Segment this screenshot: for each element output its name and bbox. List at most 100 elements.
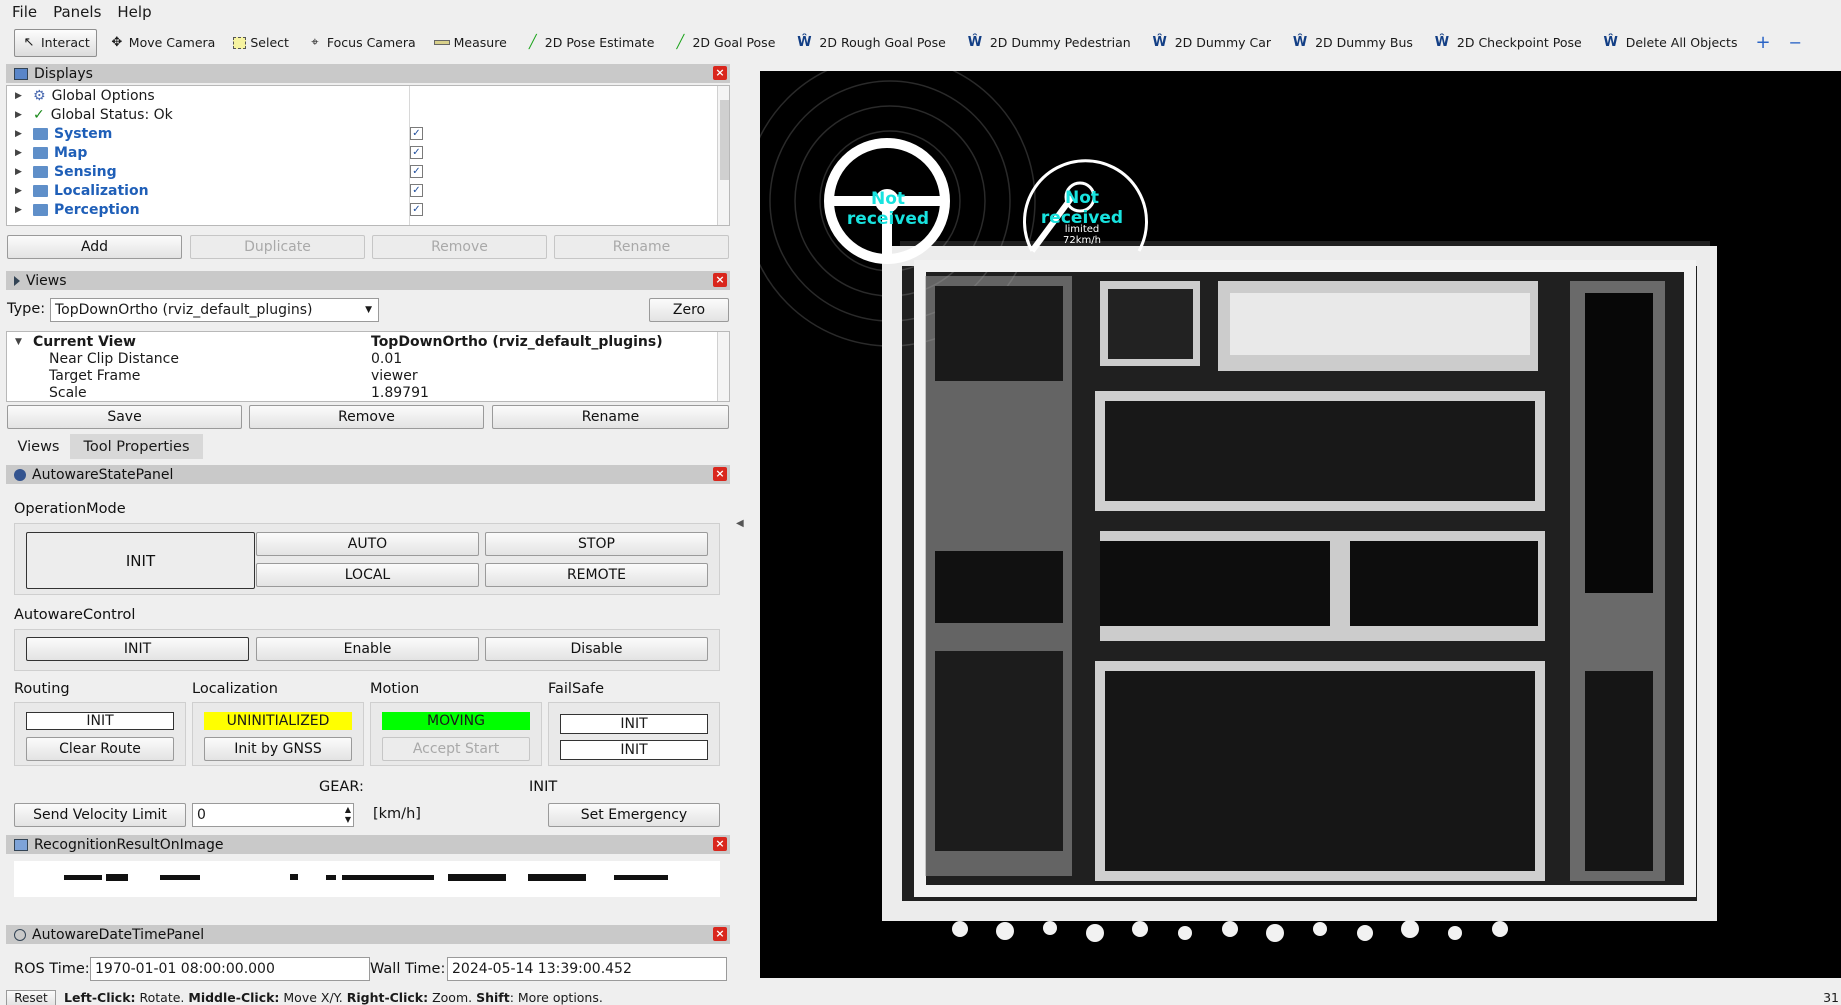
close-icon[interactable]: × xyxy=(713,467,727,481)
tool-measure[interactable]: Measure xyxy=(428,29,513,57)
remove-display-button[interactable]: Remove xyxy=(372,235,547,259)
current-view-label: Current View xyxy=(33,333,136,350)
display-label: Perception xyxy=(54,201,140,218)
expand-arrow-icon[interactable]: ▶ xyxy=(15,110,27,120)
expand-arrow-icon[interactable]: ▶ xyxy=(15,186,27,196)
display-item-perception[interactable]: ▶ Perception ✓ xyxy=(7,200,729,219)
tool-delete-all-objects[interactable]: Ŵ Delete All Objects xyxy=(1594,29,1744,57)
display-item-map[interactable]: ▶ Map ✓ xyxy=(7,143,729,162)
remove-tool-button[interactable]: − xyxy=(1783,29,1808,57)
tab-tool-properties[interactable]: Tool Properties xyxy=(70,434,203,459)
close-icon[interactable]: × xyxy=(713,66,727,80)
display-item-localization[interactable]: ▶ Localization ✓ xyxy=(7,181,729,200)
close-icon[interactable]: × xyxy=(713,927,727,941)
panel-title: AutowareDateTimePanel xyxy=(32,926,205,943)
expand-arrow-icon[interactable]: ▶ xyxy=(15,205,27,215)
tool-interact[interactable]: ↖ Interact xyxy=(14,28,97,57)
tool-select[interactable]: Select xyxy=(227,29,295,57)
wall-time-label: Wall Time: xyxy=(370,961,446,977)
displays-tree[interactable]: ▶ ⚙ Global Options ▶ ✓ Global Status: Ok ▶ Sy… xyxy=(6,85,730,226)
display-item-system[interactable]: ▶ System ✓ xyxy=(7,124,729,143)
expand-arrow-icon[interactable]: ▶ xyxy=(15,167,27,177)
velocity-limit-input[interactable]: 0 ▲ ▼ xyxy=(192,803,354,827)
folder-icon xyxy=(33,203,48,216)
auto-button[interactable]: AUTO xyxy=(256,532,479,556)
close-icon[interactable]: × xyxy=(713,837,727,851)
camera-icon xyxy=(14,275,20,286)
tool-move-camera[interactable]: ✥ Move Camera xyxy=(103,29,222,57)
property-value: 0.01 xyxy=(371,350,403,367)
tool-bar: ↖ Interact ✥ Move Camera Select ⌖ Focus Cam… xyxy=(0,24,1841,61)
display-item-sensing[interactable]: ▶ Sensing ✓ xyxy=(7,162,729,181)
accept-start-button[interactable]: Accept Start xyxy=(382,737,530,761)
display-item-global-options[interactable]: ▶ ⚙ Global Options xyxy=(7,86,729,105)
panel-title: AutowareStatePanel xyxy=(32,466,174,483)
enable-button[interactable]: Enable xyxy=(256,637,479,661)
rename-display-button[interactable]: Rename xyxy=(554,235,729,259)
render-viewport[interactable]: Not received Not received limited 72km/h xyxy=(760,71,1841,978)
view-type-select[interactable]: TopDownOrtho (rviz_default_plugins) ▼ xyxy=(50,298,379,322)
tool-2d-goal-pose[interactable]: ╱ 2D Goal Pose xyxy=(666,29,781,57)
local-button[interactable]: LOCAL xyxy=(256,563,479,587)
duplicate-display-button[interactable]: Duplicate xyxy=(190,235,365,259)
stop-button[interactable]: STOP xyxy=(485,532,708,556)
menu-file[interactable]: File xyxy=(12,3,37,21)
add-tool-button[interactable]: + xyxy=(1749,29,1776,57)
sidebar-collapse-handle[interactable]: ◀ xyxy=(736,518,750,534)
tool-2d-pose-estimate[interactable]: ╱ 2D Pose Estimate xyxy=(519,29,661,57)
ros-time-field[interactable]: 1970-01-01 08:00:00.000 xyxy=(90,957,370,981)
display-checkbox[interactable]: ✓ xyxy=(410,203,423,216)
views-scrollbar[interactable] xyxy=(717,332,729,401)
save-view-button[interactable]: Save xyxy=(7,405,242,429)
disable-button[interactable]: Disable xyxy=(485,637,708,661)
displays-scrollbar[interactable] xyxy=(717,86,729,225)
expand-arrow-icon[interactable]: ▶ xyxy=(15,129,27,139)
remove-view-button[interactable]: Remove xyxy=(249,405,484,429)
reset-button[interactable]: Reset xyxy=(6,990,56,1005)
tool-2d-rough-goal-pose[interactable]: Ŵ 2D Rough Goal Pose xyxy=(787,29,951,57)
display-checkbox[interactable]: ✓ xyxy=(410,184,423,197)
property-row[interactable]: Scale 1.89791 xyxy=(7,383,729,401)
remote-button[interactable]: REMOTE xyxy=(485,563,708,587)
zero-button[interactable]: Zero xyxy=(649,298,729,322)
scroll-thumb[interactable] xyxy=(720,100,729,180)
autoware-icon: Ŵ xyxy=(1152,34,1167,50)
collapse-arrow-icon[interactable]: ▼ xyxy=(15,337,27,347)
view-properties-tree[interactable]: ▼ Current View TopDownOrtho (rviz_default_… xyxy=(6,331,730,402)
hint-key: Middle-Click: xyxy=(188,990,280,1005)
tool-2d-checkpoint-pose[interactable]: Ŵ 2D Checkpoint Pose xyxy=(1425,29,1588,57)
close-icon[interactable]: × xyxy=(713,273,727,287)
add-display-button[interactable]: Add xyxy=(7,235,182,259)
rename-view-button[interactable]: Rename xyxy=(492,405,729,429)
autoware-state-panel: AutowareStatePanel × OperationMode INIT … xyxy=(6,465,730,830)
focus-camera-icon: ⌖ xyxy=(311,34,319,50)
spin-arrows-icon[interactable]: ▲ ▼ xyxy=(345,805,351,825)
monitor-icon xyxy=(14,67,28,80)
display-item-global-status[interactable]: ▶ ✓ Global Status: Ok xyxy=(7,105,729,124)
tool-2d-dummy-pedestrian[interactable]: Ŵ 2D Dummy Pedestrian xyxy=(958,29,1137,57)
move-camera-icon: ✥ xyxy=(111,34,123,50)
tab-views[interactable]: Views xyxy=(7,434,70,459)
select-icon xyxy=(233,36,247,49)
init-by-gnss-button[interactable]: Init by GNSS xyxy=(204,737,352,761)
display-checkbox[interactable]: ✓ xyxy=(410,165,423,178)
tool-label: 2D Goal Pose xyxy=(692,35,776,50)
set-emergency-button[interactable]: Set Emergency xyxy=(548,803,720,827)
fps-counter: 31 xyxy=(1823,990,1839,1005)
tool-2d-dummy-bus[interactable]: Ŵ 2D Dummy Bus xyxy=(1283,29,1419,57)
display-checkbox[interactable]: ✓ xyxy=(410,127,423,140)
clear-route-button[interactable]: Clear Route xyxy=(26,737,174,761)
tool-focus-camera[interactable]: ⌖ Focus Camera xyxy=(301,29,422,57)
menu-help[interactable]: Help xyxy=(117,3,151,21)
menu-panels[interactable]: Panels xyxy=(53,3,101,21)
display-checkbox[interactable]: ✓ xyxy=(410,146,423,159)
display-label: Global Status: Ok xyxy=(50,106,173,123)
operation-mode-label: OperationMode xyxy=(14,501,126,517)
wall-time-field[interactable]: 2024-05-14 13:39:00.452 xyxy=(447,957,727,981)
expand-arrow-icon[interactable]: ▶ xyxy=(15,91,27,101)
folder-icon xyxy=(33,127,48,140)
send-velocity-limit-button[interactable]: Send Velocity Limit xyxy=(14,803,186,827)
gear-label: GEAR: xyxy=(319,779,364,795)
tool-2d-dummy-car[interactable]: Ŵ 2D Dummy Car xyxy=(1143,29,1277,57)
expand-arrow-icon[interactable]: ▶ xyxy=(15,148,27,158)
